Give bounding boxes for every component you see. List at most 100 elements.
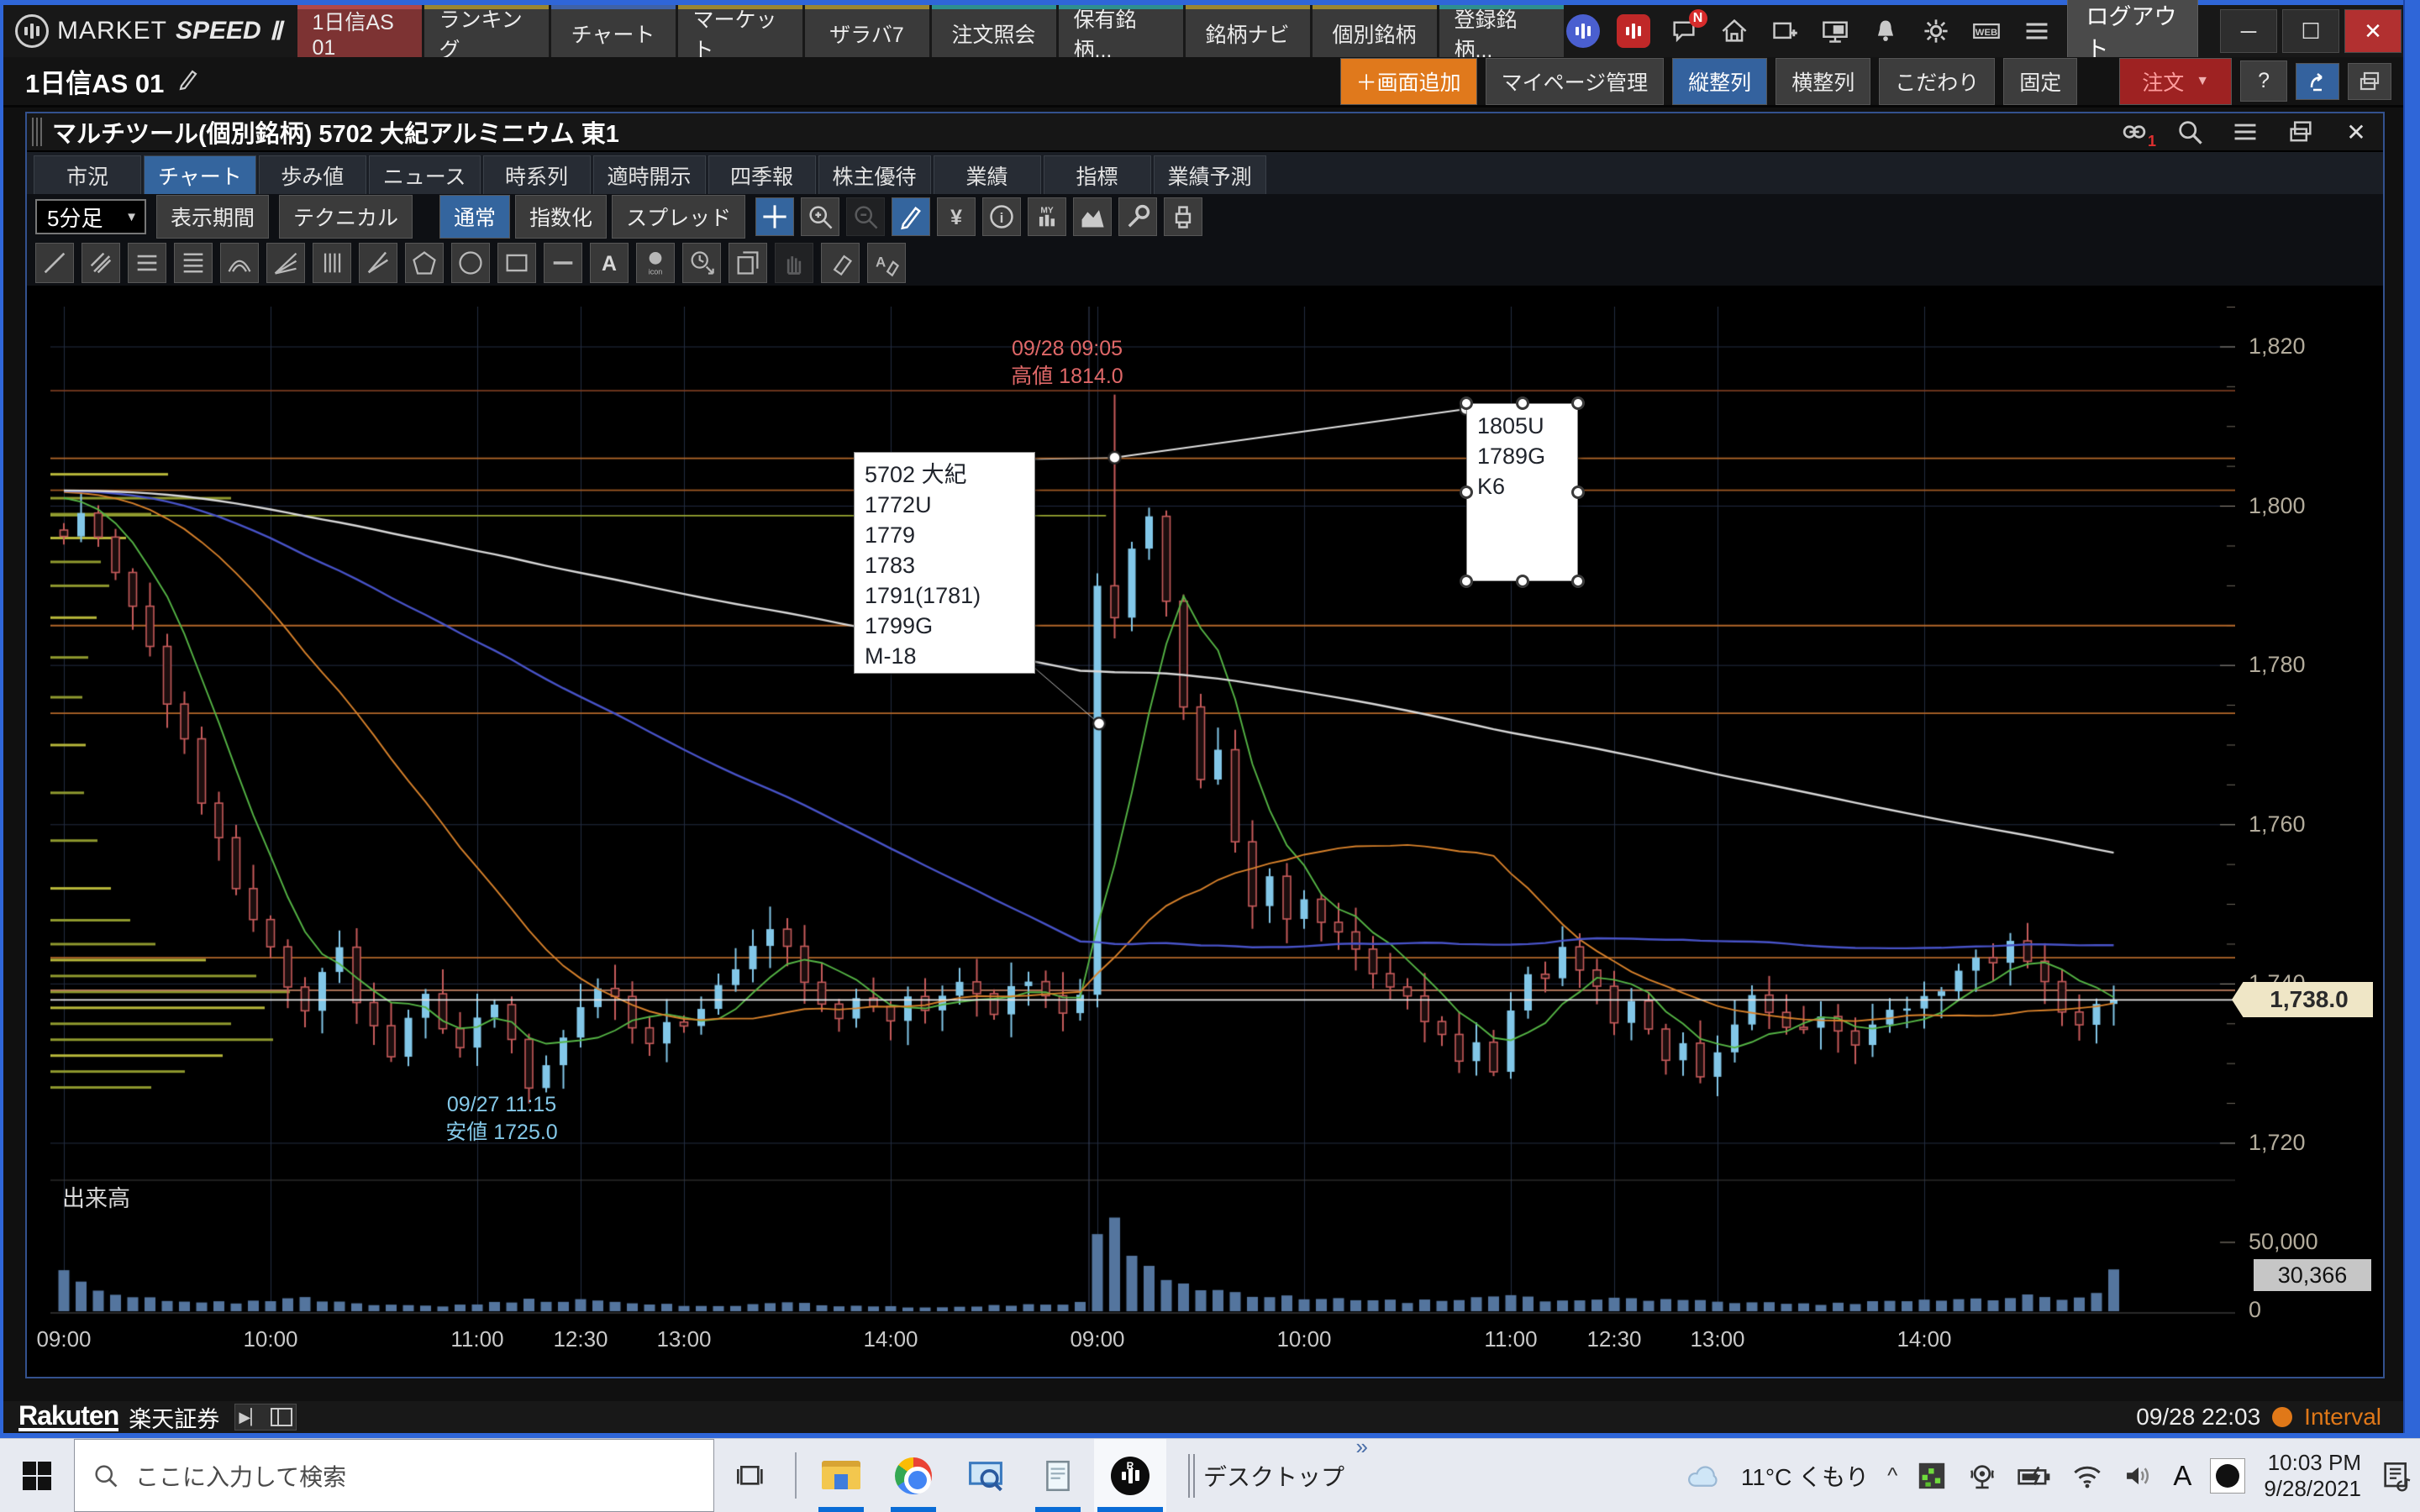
close-window-icon[interactable]: ✕	[2341, 117, 2371, 147]
draw-tool-text-button[interactable]: A	[590, 243, 629, 283]
statusbar-panel-buttons[interactable]: ▶▏	[234, 1404, 297, 1431]
gear-icon[interactable]	[1919, 14, 1953, 48]
draw-tool-pentagon-button[interactable]	[405, 243, 444, 283]
speaker-tray-icon[interactable]	[2123, 1462, 2154, 1490]
draw-tool-eraser-button[interactable]	[821, 243, 860, 283]
draw-tool-hlines4-button[interactable]	[174, 243, 213, 283]
selection-handle[interactable]	[1460, 396, 1473, 410]
taskbar-notepad[interactable]	[1022, 1439, 1094, 1512]
web-icon[interactable]: WEB	[1970, 14, 2003, 48]
draw-tool-hand-button[interactable]	[775, 243, 813, 283]
technical-button[interactable]: テクニカル	[279, 195, 413, 239]
toolbar-handle-icon[interactable]	[1188, 1454, 1190, 1498]
draw-tool-circle-button[interactable]	[451, 243, 490, 283]
action-center-icon[interactable]	[2380, 1459, 2413, 1493]
yen-button[interactable]: ¥	[937, 197, 976, 236]
mode-button-3[interactable]: スプレッド	[612, 195, 745, 239]
draw-tool-vlines-button[interactable]	[313, 243, 351, 283]
custom-button[interactable]: こだわり	[1879, 58, 1995, 105]
top-tab-6[interactable]: 注文照会	[932, 5, 1056, 57]
pulse-red-icon[interactable]	[1617, 14, 1650, 48]
help-button[interactable]: ?	[2240, 60, 2287, 102]
wifi-tray-icon[interactable]	[2070, 1462, 2104, 1490]
home-icon[interactable]	[1718, 14, 1751, 48]
tab-5[interactable]: 時系列	[483, 155, 591, 194]
add-window-icon[interactable]	[1768, 14, 1802, 48]
draw-tool-angles-button[interactable]	[359, 243, 397, 283]
edit-pencil-icon[interactable]	[176, 66, 201, 96]
link-icon[interactable]: 1	[2119, 117, 2149, 147]
taskbar-clock[interactable]: 10:03 PM 9/28/2021	[2264, 1450, 2361, 1502]
menu-icon[interactable]	[2230, 117, 2260, 147]
pencil-button[interactable]	[892, 197, 930, 236]
tab-11[interactable]: 業績予測	[1154, 155, 1266, 194]
tab-9[interactable]: 業績	[934, 155, 1041, 194]
draw-tool-line-button[interactable]	[35, 243, 74, 283]
minimize-button[interactable]: ─	[2220, 9, 2277, 53]
draw-tool-hatch-button[interactable]	[82, 243, 120, 283]
tray-expand-chevron[interactable]: ^	[1887, 1462, 1897, 1488]
area-chart-button[interactable]	[1073, 197, 1112, 236]
tab-10[interactable]: 指標	[1044, 155, 1151, 194]
price-chart-canvas[interactable]	[50, 307, 2235, 1318]
top-tab-2[interactable]: ランキング	[424, 5, 549, 57]
top-tab-7[interactable]: 保有銘柄...	[1059, 5, 1183, 57]
period-select[interactable]: 5分足▼	[35, 199, 146, 234]
top-tab-3[interactable]: チャート	[551, 5, 676, 57]
bell-icon[interactable]	[1869, 14, 1902, 48]
top-tab-1[interactable]: 1日信AS 01	[297, 5, 422, 57]
selection-handle[interactable]	[1571, 486, 1585, 499]
horizontal-align-button[interactable]: 横整列	[1776, 58, 1870, 105]
draw-tool-fib-arc-button[interactable]	[220, 243, 259, 283]
tab-7[interactable]: 四季報	[708, 155, 816, 194]
selection-handle[interactable]	[1516, 396, 1529, 410]
top-tab-10[interactable]: 登録銘柄...	[1439, 5, 1564, 57]
info-button[interactable]: i	[982, 197, 1021, 236]
taskbar-file-explorer[interactable]	[805, 1439, 877, 1512]
selection-handle[interactable]	[1516, 575, 1529, 588]
selection-handle[interactable]	[1571, 396, 1585, 410]
draw-tool-copy-button[interactable]	[729, 243, 767, 283]
top-tab-8[interactable]: 銘柄ナビ	[1186, 5, 1310, 57]
draw-tool-dash-button[interactable]	[544, 243, 582, 283]
taskbar-chrome[interactable]	[877, 1439, 950, 1512]
desktop-toolbar[interactable]: デスクトップ »	[1188, 1439, 1344, 1512]
tray-app-icon[interactable]	[1916, 1460, 1948, 1492]
popout-window-icon[interactable]	[2286, 117, 2316, 147]
search-input[interactable]: ここに入力して検索	[74, 1439, 714, 1512]
task-view-button[interactable]	[714, 1439, 786, 1512]
taskbar-magnifier-app[interactable]	[950, 1439, 1022, 1512]
menu-icon[interactable]	[2020, 14, 2054, 48]
mode-button-1[interactable]: 通常	[439, 195, 510, 239]
display-icon[interactable]	[1818, 14, 1852, 48]
search-icon[interactable]	[2175, 117, 2205, 147]
order-button[interactable]: 注文▼	[2119, 58, 2232, 105]
maximize-button[interactable]: ☐	[2282, 9, 2339, 53]
selection-handle[interactable]	[1460, 575, 1473, 588]
top-tab-9[interactable]: 個別銘柄	[1313, 5, 1437, 57]
mode-button-2[interactable]: 指数化	[515, 195, 607, 239]
tab-3[interactable]: 歩み値	[259, 155, 366, 194]
pin-button[interactable]: 固定	[2003, 58, 2077, 105]
weather-label[interactable]: 11°C くもり	[1741, 1459, 1869, 1493]
draw-tool-rect-button[interactable]	[497, 243, 536, 283]
tab-4[interactable]: ニュース	[369, 155, 481, 194]
price-tooltip[interactable]: 5702 大紀1772U177917831791(1781)1799GM-18	[854, 452, 1035, 674]
my-chart-button[interactable]: MY	[1028, 197, 1066, 236]
top-tab-5[interactable]: ザラバ7	[805, 5, 929, 57]
zoom-out-button[interactable]	[846, 197, 885, 236]
selected-annotation-box[interactable]: 1805U1789GK6	[1466, 403, 1578, 581]
window-titlebar[interactable]: マルチツール(個別銘柄) 5702 大紀アルミニウム 東1 1 ✕	[27, 113, 2383, 152]
add-screen-button[interactable]: ＋画面追加	[1340, 58, 1477, 105]
battery-tray-icon[interactable]	[2017, 1462, 2052, 1490]
popout-arrow-button[interactable]	[2296, 63, 2339, 100]
start-button[interactable]	[0, 1439, 74, 1512]
cascade-windows-button[interactable]	[2348, 63, 2391, 100]
pulse-blue-icon[interactable]	[1566, 14, 1600, 48]
wrench-button[interactable]	[1118, 197, 1157, 236]
close-button[interactable]: ✕	[2344, 9, 2402, 53]
drag-grip-icon[interactable]	[32, 118, 44, 146]
taskbar-marketspeed[interactable]: R	[1094, 1439, 1166, 1512]
selection-handle[interactable]	[1571, 575, 1585, 588]
top-tab-4[interactable]: マーケット	[678, 5, 802, 57]
